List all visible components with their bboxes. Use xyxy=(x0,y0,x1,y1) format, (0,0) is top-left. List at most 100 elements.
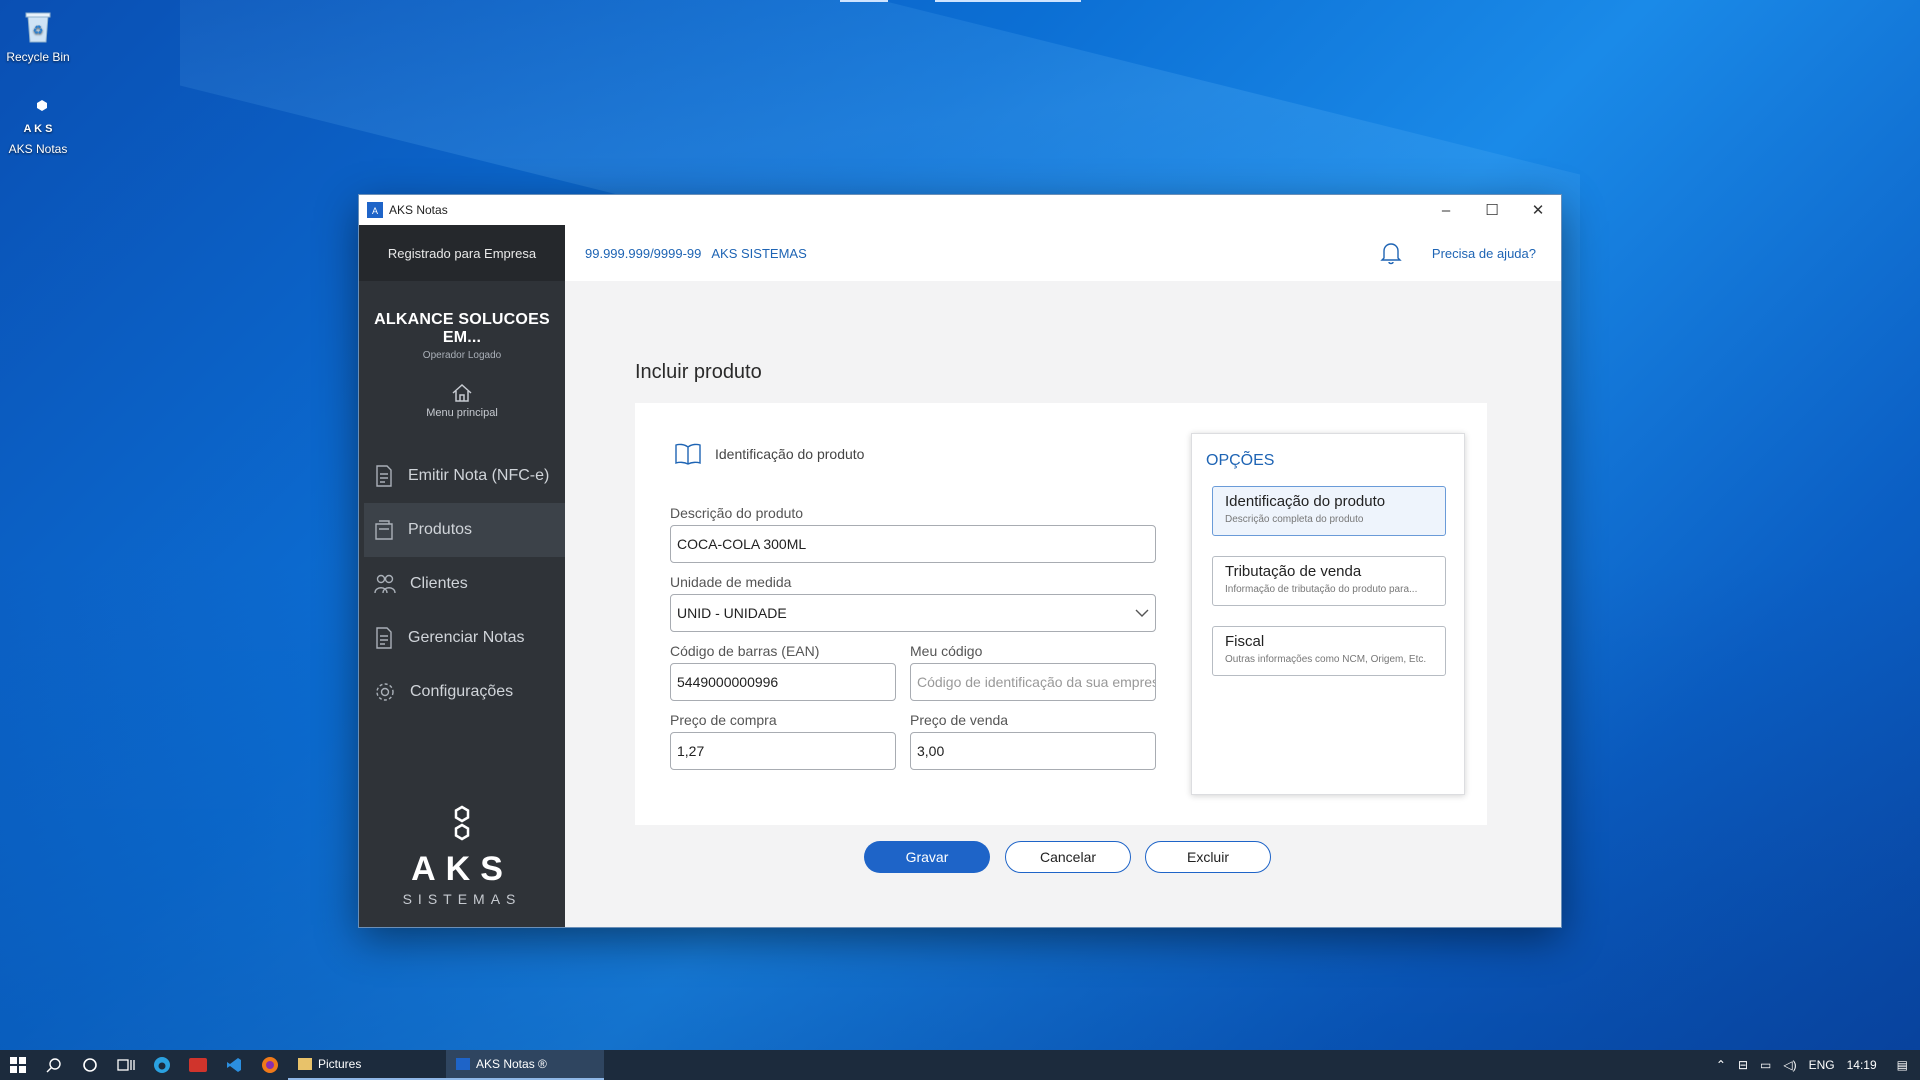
option-title: Identificação do produto xyxy=(1225,493,1386,510)
registered-label: Registrado para Empresa xyxy=(359,225,565,281)
logo-text: AKS xyxy=(411,850,513,888)
svg-text:A K S: A K S xyxy=(24,123,53,135)
windows-icon xyxy=(10,1057,26,1073)
chevron-down-icon xyxy=(1135,609,1149,617)
buy-price-field[interactable]: 1,27 xyxy=(670,732,896,770)
sidebar-item-gerenciar-notas[interactable]: Gerenciar Notas xyxy=(359,611,565,665)
option-title: Tributação de venda xyxy=(1225,563,1362,580)
sidebar-nav: Emitir Nota (NFC-e) Produtos Clientes Ge… xyxy=(359,449,565,719)
firefox-icon xyxy=(262,1057,278,1073)
sell-price-field[interactable]: 3,00 xyxy=(910,732,1156,770)
delete-button[interactable]: Excluir xyxy=(1145,841,1271,873)
gear-icon xyxy=(376,683,394,701)
window-title: AKS Notas xyxy=(389,203,448,217)
notification-icon[interactable]: ▤ xyxy=(1897,1058,1908,1072)
ean-field[interactable]: 5449000000996 xyxy=(670,663,896,701)
book-icon xyxy=(675,443,701,465)
cancel-button[interactable]: Cancelar xyxy=(1005,841,1131,873)
desktop-icon-recycle-bin[interactable]: ♻ Recycle Bin xyxy=(0,6,76,64)
aks-notas-icon: A K S xyxy=(18,98,58,138)
logo-subtext: SISTEMAS xyxy=(402,891,522,907)
aks-app-icon xyxy=(456,1058,470,1070)
description-label: Descrição do produto xyxy=(670,505,804,521)
sidebar-item-configuracoes[interactable]: Configurações xyxy=(359,665,565,719)
option-tributacao[interactable]: Tributação de venda Informação de tribut… xyxy=(1212,556,1446,606)
sidebar-item-emitir-nota[interactable]: Emitir Nota (NFC-e) xyxy=(359,449,565,503)
options-panel: OPÇÕES Identificação do produto Descriçã… xyxy=(1191,433,1465,795)
battery-icon[interactable]: ▭ xyxy=(1760,1058,1771,1072)
search-icon xyxy=(46,1058,61,1073)
option-desc: Descrição completa do produto xyxy=(1225,514,1364,525)
svg-text:♻: ♻ xyxy=(33,23,44,37)
vscode-icon xyxy=(227,1058,241,1072)
section-title: Identificação do produto xyxy=(715,446,865,462)
hexagon-logo-icon xyxy=(454,805,470,841)
app-window: A AKS Notas – ☐ ✕ Registrado para Empres… xyxy=(359,195,1561,927)
firefox-button[interactable] xyxy=(252,1050,288,1080)
search-button[interactable] xyxy=(36,1050,72,1080)
sidebar-item-label: Gerenciar Notas xyxy=(408,629,525,646)
edge-icon xyxy=(154,1057,170,1073)
operator-label: Operador Logado xyxy=(422,350,502,361)
users-icon xyxy=(374,574,396,594)
vscode-button[interactable] xyxy=(216,1050,252,1080)
bell-icon[interactable] xyxy=(1380,241,1402,265)
mycode-field[interactable]: Código de identificação da sua empresa xyxy=(910,663,1156,701)
options-title: OPÇÕES xyxy=(1206,452,1275,469)
start-button[interactable] xyxy=(0,1050,36,1080)
save-button[interactable]: Gravar xyxy=(864,841,990,873)
home-button[interactable]: Menu principal xyxy=(359,383,565,419)
section-header: Identificação do produto xyxy=(675,443,864,465)
document-icon xyxy=(376,465,392,487)
task-label: Pictures xyxy=(318,1057,362,1071)
app-icon: A xyxy=(367,202,383,218)
company-title: AKS SISTEMAS xyxy=(711,245,807,261)
maximize-button[interactable]: ☐ xyxy=(1469,195,1515,225)
sidebar-item-label: Clientes xyxy=(410,575,468,592)
sidebar-item-label: Emitir Nota (NFC-e) xyxy=(408,467,550,484)
mycode-label: Meu código xyxy=(910,643,983,659)
task-view-button[interactable] xyxy=(108,1050,144,1080)
desktop-icon-label: AKS Notas xyxy=(8,142,68,156)
edge-button[interactable] xyxy=(144,1050,180,1080)
company-cnpj: 99.999.999/9999-99 xyxy=(585,245,702,261)
top-bar: 99.999.999/9999-99 AKS SISTEMAS Precisa … xyxy=(565,225,1561,281)
app-red-icon xyxy=(189,1058,207,1072)
unit-select[interactable]: UNID - UNIDADE xyxy=(670,594,1156,632)
option-fiscal[interactable]: Fiscal Outras informações como NCM, Orig… xyxy=(1212,626,1446,676)
taskbar: Pictures AKS Notas ® ⌃ ⊟ ▭ ◁) ENG 14:19 … xyxy=(0,1050,1920,1080)
option-identificacao[interactable]: Identificação do produto Descrição compl… xyxy=(1212,486,1446,536)
unit-select-value: UNID - UNIDADE xyxy=(677,605,787,621)
top-strip xyxy=(935,0,1081,2)
sidebar-item-clientes[interactable]: Clientes xyxy=(359,557,565,611)
circle-icon xyxy=(83,1058,97,1072)
network-icon[interactable]: ⊟ xyxy=(1738,1058,1748,1072)
taskbar-task-aks-notas[interactable]: AKS Notas ® xyxy=(446,1050,604,1080)
language-indicator[interactable]: ENG xyxy=(1809,1058,1835,1072)
desktop-icon-aks-notas[interactable]: A K S AKS Notas xyxy=(0,98,76,156)
sidebar: Registrado para Empresa ALKANCE SOLUCOES… xyxy=(359,225,565,927)
clock[interactable]: 14:19 xyxy=(1847,1058,1877,1072)
volume-icon[interactable]: ◁) xyxy=(1783,1058,1796,1072)
sidebar-item-produtos[interactable]: Produtos xyxy=(364,503,565,557)
description-field[interactable]: COCA-COLA 300ML xyxy=(670,525,1156,563)
close-button[interactable]: ✕ xyxy=(1515,195,1561,225)
minimize-button[interactable]: – xyxy=(1423,195,1469,225)
unit-label: Unidade de medida xyxy=(670,574,792,590)
title-bar[interactable]: A AKS Notas – ☐ ✕ xyxy=(359,195,1561,225)
top-strip xyxy=(840,0,888,2)
app-button[interactable] xyxy=(180,1050,216,1080)
sidebar-item-label: Produtos xyxy=(408,521,473,538)
chevron-up-icon[interactable]: ⌃ xyxy=(1716,1058,1726,1072)
cortana-button[interactable] xyxy=(72,1050,108,1080)
buy-price-label: Preço de compra xyxy=(670,712,777,728)
product-form-card: Identificação do produto Descrição do pr… xyxy=(635,403,1487,825)
document-icon xyxy=(376,627,392,649)
system-tray: ⌃ ⊟ ▭ ◁) ENG 14:19 ▤ xyxy=(1710,1058,1920,1072)
help-link[interactable]: Precisa de ajuda? xyxy=(1432,246,1536,261)
taskbar-task-pictures[interactable]: Pictures xyxy=(288,1050,446,1080)
svg-text:A: A xyxy=(372,206,378,216)
sell-price-label: Preço de venda xyxy=(910,712,1009,728)
option-title: Fiscal xyxy=(1225,633,1265,650)
folder-icon xyxy=(298,1058,312,1070)
